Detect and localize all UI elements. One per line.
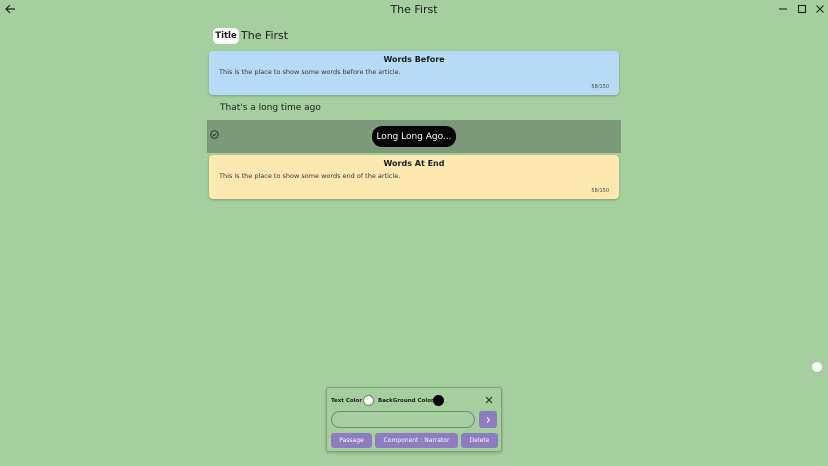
- narration-text[interactable]: That's a long time ago: [220, 103, 321, 113]
- selected-narrator-block[interactable]: Long Long Ago...: [207, 120, 621, 153]
- background-color-swatch[interactable]: [433, 395, 444, 406]
- text-color-label: Text Color: [331, 398, 363, 404]
- narrator-pill[interactable]: Long Long Ago...: [372, 126, 456, 147]
- background-color-label: BackGround Color: [378, 398, 434, 404]
- scroll-handle[interactable]: [812, 362, 822, 372]
- document-title[interactable]: The First: [241, 29, 288, 42]
- title-chip[interactable]: Title: [213, 28, 239, 44]
- words-at-end-card[interactable]: Words At End This is the place to show s…: [209, 155, 619, 199]
- words-before-heading: Words Before: [383, 55, 445, 64]
- text-input[interactable]: [331, 411, 475, 428]
- check-circle-icon: [210, 130, 219, 139]
- words-at-end-heading: Words At End: [383, 159, 445, 168]
- chevron-right-icon: [486, 416, 491, 423]
- maximize-icon[interactable]: [796, 3, 808, 15]
- close-icon[interactable]: [484, 395, 494, 405]
- edit-panel: Text Color BackGround Color Passage Comp…: [326, 387, 502, 452]
- words-at-end-body: This is the place to show some words end…: [219, 172, 401, 180]
- submit-button[interactable]: [479, 411, 497, 428]
- component-narrator-button[interactable]: Component : Narrator: [375, 433, 458, 448]
- delete-button[interactable]: Delete: [461, 433, 498, 448]
- words-before-card[interactable]: Words Before This is the place to show s…: [209, 51, 619, 95]
- title-bar: The First: [0, 0, 828, 20]
- words-before-body: This is the place to show some words bef…: [219, 68, 401, 76]
- window-title: The First: [390, 3, 438, 16]
- words-before-counter: 58/150: [591, 84, 609, 90]
- close-window-icon[interactable]: [814, 3, 826, 15]
- app-window: The First Title The First Words Before T…: [0, 0, 828, 466]
- text-color-swatch[interactable]: [363, 395, 374, 406]
- passage-button[interactable]: Passage: [331, 433, 372, 448]
- minimize-icon[interactable]: [777, 3, 789, 15]
- words-at-end-counter: 58/150: [591, 188, 609, 194]
